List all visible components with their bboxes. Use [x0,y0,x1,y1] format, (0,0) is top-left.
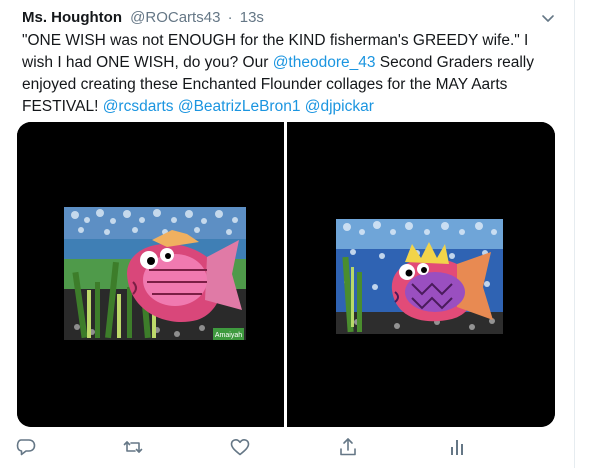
tweet-header: Ms. Houghton @ROCarts43 · 13s [22,8,264,28]
separator-dot: · [227,9,233,26]
tweet-actions [0,436,574,460]
media-photo-right[interactable] [287,122,555,427]
reply-icon[interactable] [15,436,37,458]
chevron-down-icon[interactable] [540,10,556,26]
mention-link[interactable]: @djpickar [305,98,374,115]
analytics-icon[interactable] [446,436,468,458]
artwork-signature: Amaiyah [215,332,242,339]
retweet-icon[interactable] [122,436,144,458]
mention-link[interactable]: @BeatrizLeBron1 [178,98,301,115]
mention-link[interactable]: @theodore_43 [273,54,376,71]
timestamp[interactable]: 13s [240,9,264,26]
fish-collage-right [287,122,555,427]
fish-collage-left: Amaiyah [17,122,284,427]
share-icon[interactable] [337,436,359,458]
like-icon[interactable] [229,436,251,458]
tweet-card[interactable]: Ms. Houghton @ROCarts43 · 13s "ONE WISH … [0,0,575,468]
media-grid: Amaiyah [17,122,555,427]
author-handle[interactable]: @ROCarts43 [130,9,220,26]
author-name[interactable]: Ms. Houghton [22,9,122,26]
media-photo-left[interactable]: Amaiyah [17,122,284,427]
tweet-text: "ONE WISH was not ENOUGH for the KIND fi… [22,30,562,118]
mention-link[interactable]: @rcsdarts [103,98,174,115]
